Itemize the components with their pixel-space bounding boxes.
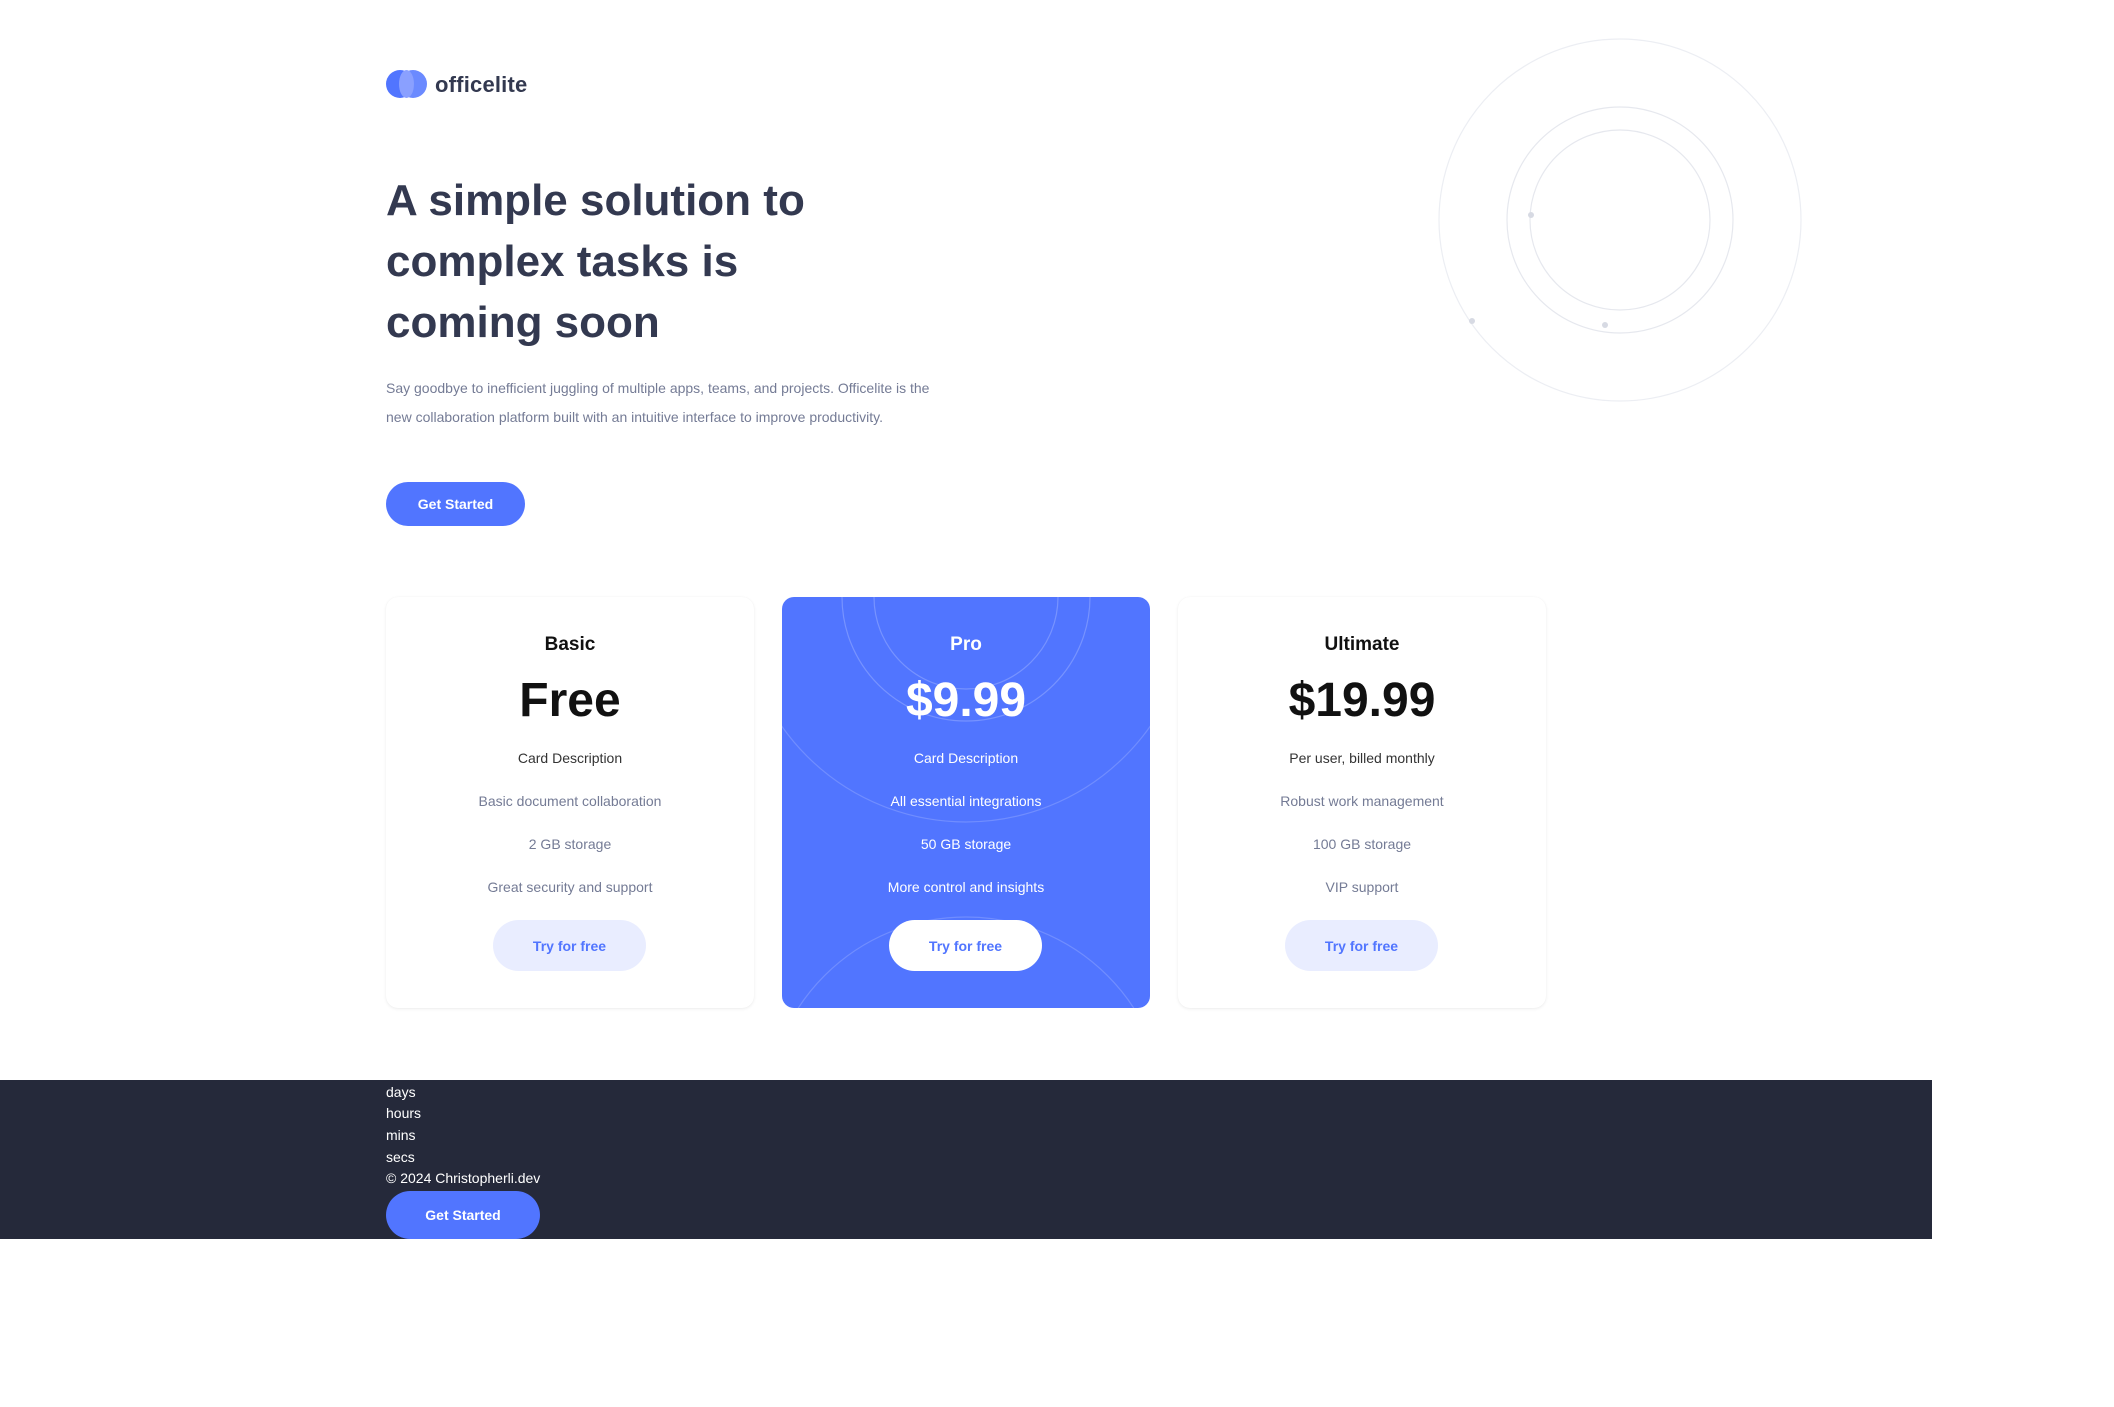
plan-tier: Ultimate [1324, 634, 1400, 655]
plan-feature: Robust work management [1280, 793, 1444, 809]
plan-subtitle: Card Description [517, 750, 623, 766]
logo-icon [386, 70, 428, 99]
brand-logo[interactable]: officelite [386, 70, 527, 99]
footer [0, 1080, 1932, 1239]
plan-feature: Basic document collaboration [478, 793, 662, 809]
plan-tier: Basic [544, 634, 596, 655]
plan-feature: 50 GB storage [920, 836, 1012, 852]
plan-feature: Great security and support [487, 879, 653, 895]
try-for-free-button-basic[interactable]: Try for free [493, 920, 646, 971]
plan-tier: Pro [950, 634, 982, 655]
plan-feature: 100 GB storage [1312, 836, 1412, 852]
countdown-days-label: days [386, 1084, 416, 1100]
plan-feature: All essential integrations [890, 793, 1042, 809]
hero-title: A simple solution to complex tasks is co… [386, 176, 805, 347]
try-for-free-button-pro[interactable]: Try for free [889, 920, 1042, 971]
plan-card-pro: Pro $9.99 Card Description All essential… [782, 597, 1150, 1008]
hero-description: Say goodbye to inefficient juggling of m… [386, 380, 930, 425]
try-for-free-button-ultimate[interactable]: Try for free [1285, 920, 1438, 971]
decorative-circles [1438, 38, 1802, 402]
countdown-secs-label: secs [386, 1149, 415, 1165]
plan-price: $19.99 [1288, 674, 1436, 727]
plan-card-ultimate: Ultimate $19.99 Per user, billed monthly… [1178, 597, 1546, 1008]
plan-card-basic: Basic Free Card Description Basic docume… [386, 597, 754, 1008]
countdown-mins-label: mins [386, 1127, 416, 1143]
plan-subtitle: Card Description [913, 750, 1019, 766]
plan-price: $9.99 [905, 674, 1027, 727]
plan-price: Free [519, 674, 621, 727]
footer-get-started-button[interactable]: Get Started [386, 1191, 540, 1239]
plan-feature: 2 GB storage [528, 836, 612, 852]
plan-feature: VIP support [1325, 879, 1399, 895]
copyright: © 2024 Christopherli.dev [386, 1170, 541, 1186]
get-started-button[interactable]: Get Started [386, 482, 525, 526]
brand-name: officelite [435, 71, 528, 97]
plan-feature: More control and insights [887, 879, 1045, 895]
countdown-hours-label: hours [386, 1105, 422, 1121]
plan-subtitle: Per user, billed monthly [1289, 750, 1435, 766]
